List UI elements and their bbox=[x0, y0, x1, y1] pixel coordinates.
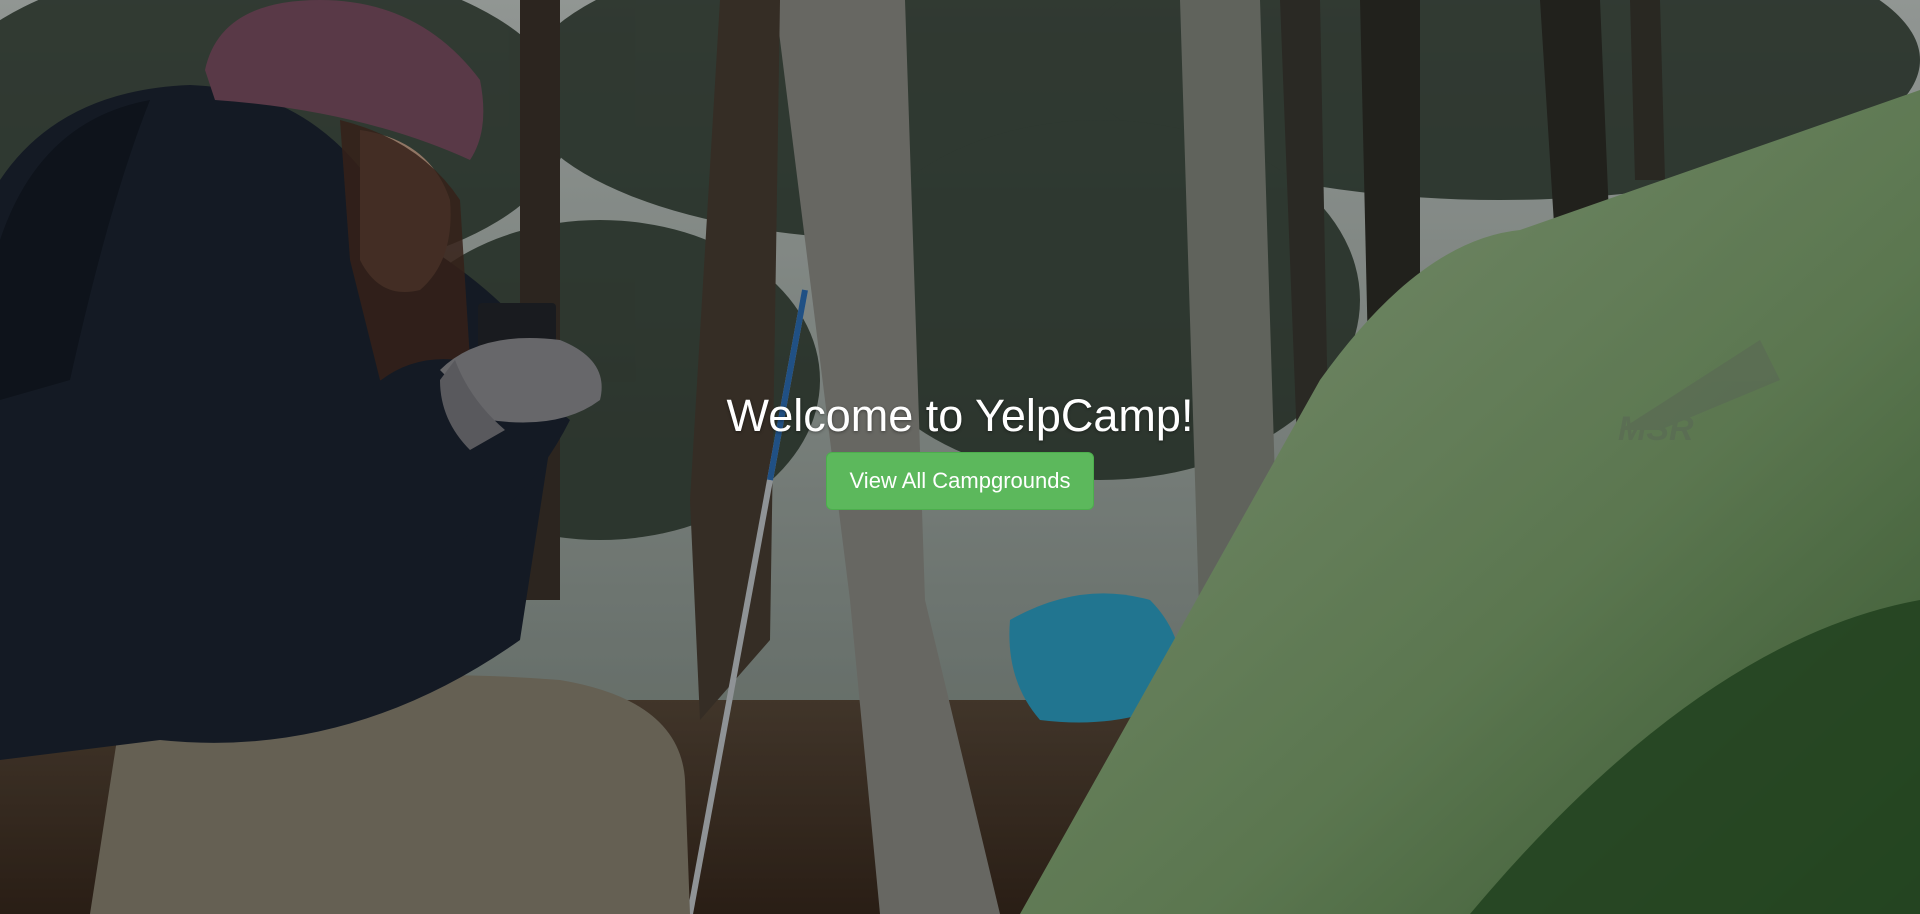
hero-section: MSR Welcome to YelpCamp! View All Campgr… bbox=[0, 0, 1920, 914]
view-all-campgrounds-button[interactable]: View All Campgrounds bbox=[826, 452, 1094, 510]
welcome-heading: Welcome to YelpCamp! bbox=[726, 390, 1194, 441]
